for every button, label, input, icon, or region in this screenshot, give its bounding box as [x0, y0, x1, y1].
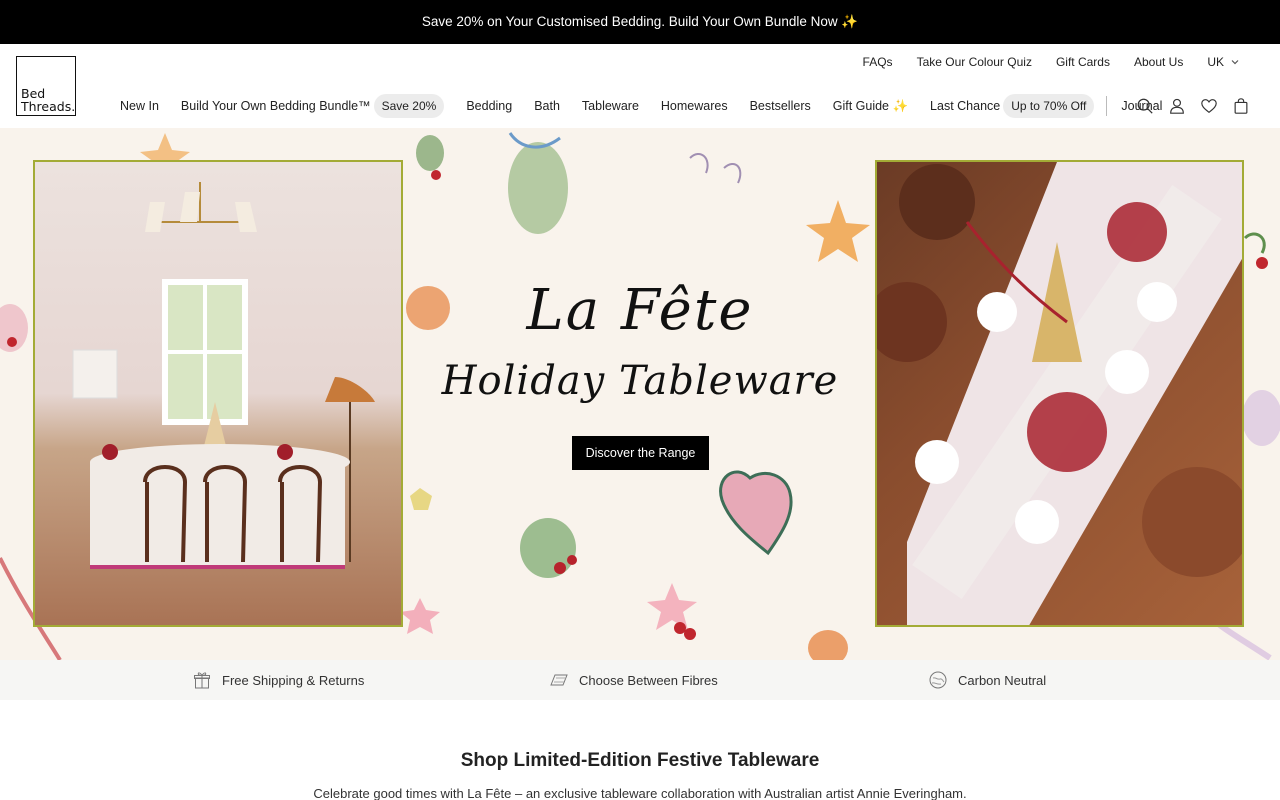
discover-range-button[interactable]: Discover the Range — [572, 436, 709, 470]
nav-tableware[interactable]: Tableware — [582, 99, 639, 113]
nav-bundle-badge: Save 20% — [373, 94, 445, 118]
fabric-swatch-icon — [550, 674, 568, 686]
site-header: Bed Threads. FAQs Take Our Colour Quiz G… — [0, 44, 1280, 128]
utility-link-faqs[interactable]: FAQs — [863, 55, 893, 69]
hero-subtitle: Holiday Tableware — [441, 358, 839, 404]
nav-last-chance[interactable]: Last Chance Up to 70% Off — [930, 94, 1095, 118]
feature-carbon: Carbon Neutral — [928, 670, 1046, 690]
utility-link-about-us[interactable]: About Us — [1134, 55, 1183, 69]
nav-divider — [1106, 96, 1108, 116]
announcement-bar[interactable]: Save 20% on Your Customised Bedding. Bui… — [0, 0, 1280, 44]
cart-bag-icon[interactable] — [1232, 97, 1250, 115]
feature-shipping: Free Shipping & Returns — [192, 670, 364, 690]
section-title: Shop Limited-Edition Festive Tableware — [460, 750, 820, 771]
region-selector[interactable]: UK — [1207, 55, 1240, 69]
globe-leaf-icon — [929, 671, 947, 689]
utility-link-gift-cards[interactable]: Gift Cards — [1056, 55, 1110, 69]
nav-bundle[interactable]: Build Your Own Bedding Bundle™ Save 20% — [180, 94, 445, 118]
nav-last-chance-label: Last Chance — [930, 99, 1001, 113]
logo[interactable]: Bed Threads. — [16, 56, 76, 116]
nav-bath[interactable]: Bath — [534, 99, 560, 113]
nav-new-in[interactable]: New In — [120, 99, 159, 113]
gift-box-icon — [194, 672, 210, 689]
account-icon[interactable] — [1168, 97, 1186, 115]
section-description: Celebrate good times with La Fête – an e… — [313, 786, 967, 800]
utility-link-colour-quiz[interactable]: Take Our Colour Quiz — [917, 55, 1032, 69]
nav-homewares[interactable]: Homewares — [661, 99, 728, 113]
feature-shipping-label: Free Shipping & Returns — [222, 672, 365, 688]
hero-title: La Fête — [526, 278, 754, 343]
feature-fibres-label: Choose Between Fibres — [579, 672, 718, 688]
nav-bundle-label: Build Your Own Bedding Bundle™ — [180, 99, 371, 113]
wishlist-heart-icon[interactable] — [1200, 97, 1218, 115]
feature-carbon-label: Carbon Neutral — [958, 672, 1047, 688]
main-nav: New In Build Your Own Bedding Bundle™ Sav… — [120, 94, 1184, 118]
nav-gift-guide[interactable]: Gift Guide ✨ — [833, 99, 908, 114]
nav-last-chance-badge: Up to 70% Off — [1003, 94, 1095, 118]
region-label: UK — [1207, 55, 1224, 69]
nav-bestsellers[interactable]: Bestsellers — [750, 99, 811, 113]
chevron-down-icon — [1231, 60, 1239, 65]
search-icon[interactable] — [1136, 97, 1154, 115]
nav-bedding[interactable]: Bedding — [466, 99, 512, 113]
dining-room-illustration — [72, 182, 375, 569]
utility-nav: FAQs Take Our Colour Quiz Gift Cards Abo… — [863, 54, 1240, 70]
table-setting-illustration — [877, 162, 1242, 625]
header-icons — [1136, 94, 1250, 118]
logo-line-2: Threads. — [21, 99, 76, 114]
announcement-text[interactable]: Save 20% on Your Customised Bedding. Bui… — [422, 14, 858, 30]
features-strip: Free Shipping & Returns Choose Between F… — [0, 660, 1280, 700]
feature-fibres: Choose Between Fibres — [549, 670, 718, 690]
dining-room-photo[interactable] — [33, 160, 403, 627]
hero-banner: La Fête Holiday Tableware Discover the R… — [0, 128, 1280, 660]
table-setting-photo[interactable] — [875, 160, 1244, 627]
